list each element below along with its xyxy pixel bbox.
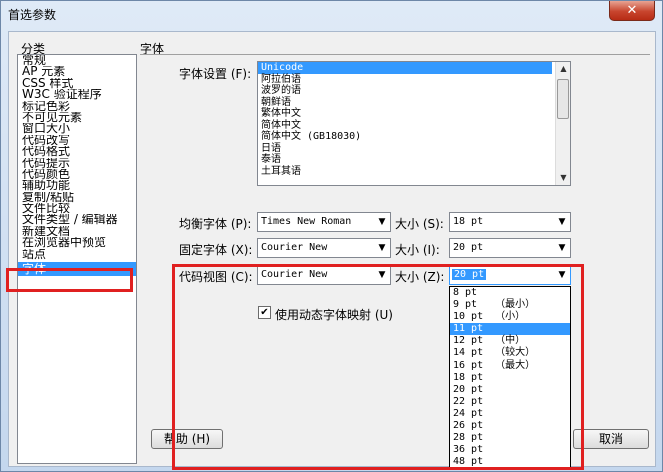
scroll-down-icon[interactable]: ▼ [556, 171, 570, 185]
encoding-item[interactable]: 简体中文 [258, 120, 570, 132]
category-item[interactable]: 窗口大小 [18, 123, 136, 134]
category-item[interactable]: W3C 验证程序 [18, 89, 136, 100]
scroll-thumb[interactable] [557, 79, 569, 119]
encoding-scrollbar[interactable]: ▲ ▼ [555, 62, 570, 185]
proportional-size-select[interactable]: 18 pt ▼ [449, 212, 571, 232]
fixed-font-label: 固定字体 (X): [179, 243, 253, 257]
dropdown-arrow-icon[interactable]: ▼ [374, 213, 390, 231]
highlight-box-code-view [172, 264, 584, 470]
close-button[interactable]: ✕ [609, 1, 655, 21]
encoding-list[interactable]: Unicode 阿拉伯语 波罗的语 朝鲜语 繁体中文 简体中文 简体中文 (GB18030)… [257, 61, 571, 186]
proportional-size-value: 18 pt [453, 216, 484, 227]
category-item[interactable]: CSS 样式 [18, 78, 136, 89]
encoding-item[interactable]: 繁体中文 [258, 108, 570, 120]
fixed-font-value: Courier New [261, 242, 328, 253]
encoding-item[interactable]: 土耳其语 [258, 166, 570, 178]
category-item[interactable]: 文件类型 / 编辑器 [18, 214, 136, 225]
encoding-item[interactable]: 日语 [258, 143, 570, 155]
encoding-item[interactable]: 泰语 [258, 154, 570, 166]
fixed-size-select[interactable]: 20 pt ▼ [449, 238, 571, 258]
fixed-font-select[interactable]: Courier New ▼ [257, 238, 391, 258]
fixed-size-value: 20 pt [453, 242, 484, 253]
category-item[interactable]: 代码改写 [18, 135, 136, 146]
section-divider [140, 54, 650, 55]
encoding-item[interactable]: 波罗的语 [258, 85, 570, 97]
proportional-size-label: 大小 (S): [395, 217, 444, 231]
encoding-label: 字体设置 (F): [179, 67, 252, 81]
title-bar[interactable]: 首选参数 ✕ [1, 1, 662, 27]
proportional-font-label: 均衡字体 (P): [179, 217, 252, 231]
proportional-font-value: Times New Roman [261, 216, 352, 227]
category-item[interactable]: 辅助功能 [18, 180, 136, 191]
category-item[interactable]: 代码提示 [18, 158, 136, 169]
dropdown-arrow-icon[interactable]: ▼ [554, 213, 570, 231]
encoding-item[interactable]: 阿拉伯语 [258, 74, 570, 86]
encoding-item[interactable]: 朝鲜语 [258, 97, 570, 109]
category-item[interactable]: 代码格式 [18, 146, 136, 157]
proportional-font-select[interactable]: Times New Roman ▼ [257, 212, 391, 232]
encoding-item[interactable]: 简体中文 (GB18030) [258, 131, 570, 143]
scroll-up-icon[interactable]: ▲ [556, 62, 570, 76]
category-item[interactable]: 常规 [18, 55, 136, 66]
category-item[interactable]: 标记色彩 [18, 101, 136, 112]
category-item[interactable]: 不可见元素 [18, 112, 136, 123]
category-item[interactable]: 代码颜色 [18, 169, 136, 180]
preferences-dialog: 首选参数 ✕ 分类 常规 AP 元素 CSS 样式 W3C 验证程序 标记色彩 不可见元素… [0, 0, 663, 472]
category-item[interactable]: 文件比较 [18, 203, 136, 214]
dropdown-arrow-icon[interactable]: ▼ [374, 239, 390, 257]
category-item[interactable]: 复制/粘贴 [18, 192, 136, 203]
category-item[interactable]: AP 元素 [18, 66, 136, 77]
category-item[interactable]: 新建文档 [18, 226, 136, 237]
category-item[interactable]: 在浏览器中预览 [18, 237, 136, 248]
category-list[interactable]: 常规 AP 元素 CSS 样式 W3C 验证程序 标记色彩 不可见元素 窗口大小 代码改写 代码… [17, 54, 137, 464]
fixed-size-label: 大小 (I): [395, 243, 440, 257]
dialog-title: 首选参数 [8, 8, 57, 22]
encoding-item[interactable]: Unicode [258, 62, 552, 74]
highlight-box-category [6, 268, 133, 292]
dropdown-arrow-icon[interactable]: ▼ [554, 239, 570, 257]
category-item[interactable]: 站点 [18, 249, 136, 260]
cancel-button[interactable]: 取消 [573, 429, 649, 449]
